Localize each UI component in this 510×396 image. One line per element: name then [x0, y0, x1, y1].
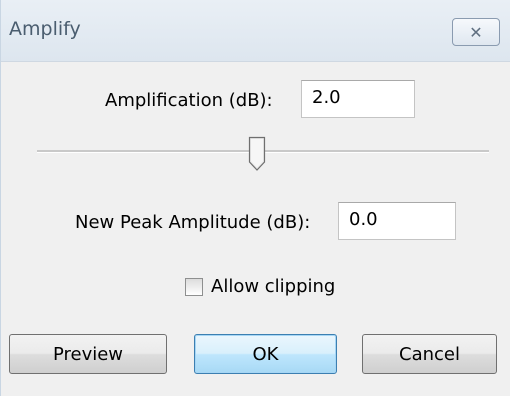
- cancel-button[interactable]: Cancel: [362, 334, 497, 374]
- slider-thumb-icon[interactable]: [248, 136, 266, 172]
- dialog-title: Amplify: [9, 18, 81, 40]
- peak-amplitude-value: 0.0: [349, 209, 378, 230]
- close-icon: ✕: [469, 22, 483, 42]
- peak-amplitude-label: New Peak Amplitude (dB):: [75, 212, 311, 233]
- amplify-dialog: Amplify ✕ Amplification (dB): 2.0 New Pe…: [0, 0, 510, 396]
- peak-amplitude-input[interactable]: 0.0: [338, 202, 456, 240]
- ok-button[interactable]: OK: [194, 334, 337, 374]
- close-button[interactable]: ✕: [452, 18, 500, 46]
- ok-button-label: OK: [252, 343, 279, 365]
- amplification-label: Amplification (dB):: [105, 90, 273, 111]
- cancel-button-label: Cancel: [399, 343, 460, 365]
- amplification-value: 2.0: [312, 87, 341, 108]
- preview-button-label: Preview: [52, 343, 124, 365]
- amplification-input[interactable]: 2.0: [301, 80, 415, 118]
- allow-clipping-label[interactable]: Allow clipping: [211, 276, 335, 297]
- title-bar[interactable]: Amplify ✕: [1, 0, 510, 62]
- preview-button[interactable]: Preview: [9, 334, 167, 374]
- allow-clipping-checkbox[interactable]: [185, 278, 203, 296]
